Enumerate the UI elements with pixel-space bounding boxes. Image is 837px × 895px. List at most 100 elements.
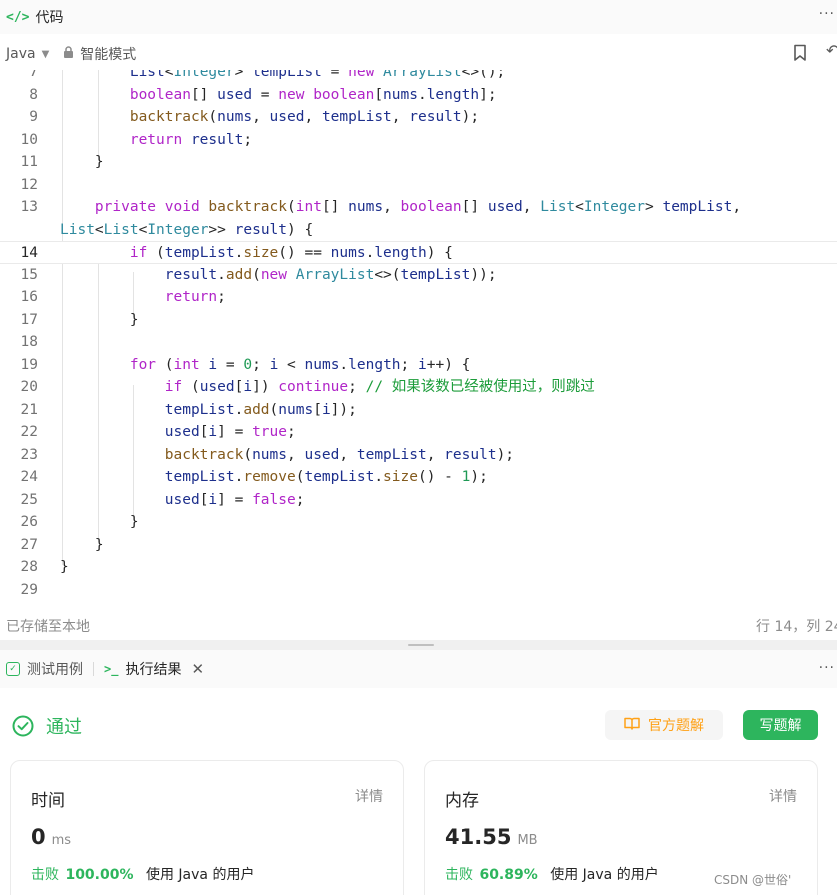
code-editor[interactable]: 7 List<Integer> tempList = new ArrayList… — [0, 70, 837, 610]
line-number: 28 — [20, 559, 38, 575]
memory-unit: MB — [517, 833, 538, 848]
more-icon[interactable]: ··· — [819, 6, 835, 22]
runtime-details-link[interactable]: 详情 — [355, 786, 383, 806]
language-selector[interactable]: Java ▼ — [6, 46, 49, 62]
line-number: 27 — [20, 536, 38, 553]
tab-testcase[interactable]: ✓ 测试用例 — [0, 650, 83, 688]
panel-splitter[interactable] — [0, 640, 837, 650]
panel-title: 代码 — [35, 10, 64, 26]
line-number: 23 — [20, 446, 38, 463]
write-solution-button[interactable]: 写题解 — [743, 710, 818, 740]
line-number: 29 — [20, 581, 38, 598]
code-text: tempList.remove(tempList.size() - 1); — [164, 469, 488, 485]
bookmark-icon[interactable] — [793, 44, 807, 62]
checkbox-icon: ✓ — [6, 662, 20, 676]
code-line[interactable]: 12 — [0, 174, 837, 197]
code-line[interactable]: List<List<Integer>> result) { — [0, 219, 837, 242]
code-icon: </> — [6, 9, 30, 25]
code-text: return; — [164, 289, 226, 305]
code-text: backtrack(nums, used, tempList, result); — [164, 446, 515, 463]
watermark: CSDN @世俗' — [714, 873, 792, 887]
tab-testcase-label: 测试用例 — [27, 662, 83, 678]
code-text: } — [60, 311, 139, 328]
code-text: } — [60, 514, 139, 530]
language-label: Java — [6, 46, 36, 62]
code-line[interactable]: 20 if (used[i]) continue; // 如果该数已经被使用过，… — [0, 376, 837, 399]
code-text: boolean[] used = new boolean[nums.length… — [129, 86, 497, 103]
beats-prefix: 击败 — [31, 867, 59, 883]
line-number: 7 — [29, 70, 38, 80]
code-line[interactable]: 25 used[i] = false; — [0, 489, 837, 512]
runtime-value: 0 — [31, 825, 46, 849]
code-line[interactable]: 18 — [0, 331, 837, 354]
smart-mode-toggle[interactable]: 智能模式 — [80, 44, 136, 64]
code-text: } — [60, 154, 104, 170]
line-number: 14 — [20, 245, 38, 261]
code-line[interactable]: 16 return; — [0, 286, 837, 309]
code-text: for (int i = 0; i < nums.length; i++) { — [129, 356, 471, 373]
line-number: 26 — [20, 514, 38, 530]
memory-metric: 41.55 MB — [445, 825, 538, 849]
saved-status: 已存储至本地 — [6, 619, 90, 635]
runtime-unit: ms — [51, 833, 72, 848]
close-icon[interactable]: ✕ — [191, 660, 204, 678]
reset-icon[interactable]: ↶ — [826, 41, 837, 60]
memory-value: 41.55 — [445, 825, 512, 849]
chevron-down-icon: ▼ — [41, 48, 50, 60]
code-line[interactable]: 27 } — [0, 534, 837, 557]
tab-result[interactable]: >_ 执行结果 ✕ — [104, 650, 204, 688]
code-text: private void backtrack(int[] nums, boole… — [94, 199, 742, 215]
beats-suffix: 使用 Java 的用户 — [145, 867, 255, 883]
beats-suffix: 使用 Java 的用户 — [550, 867, 659, 883]
runtime-metric: 0 ms — [31, 825, 71, 849]
code-line[interactable]: 29 — [0, 579, 837, 602]
line-number: 20 — [20, 379, 38, 395]
code-text: backtrack(nums, used, tempList, result); — [129, 109, 480, 125]
code-line[interactable]: 28} — [0, 556, 837, 579]
code-line[interactable]: 19 for (int i = 0; i < nums.length; i++)… — [0, 354, 837, 377]
terminal-icon: >_ — [104, 662, 119, 676]
line-number: 10 — [20, 131, 38, 148]
code-line[interactable]: 13 private void backtrack(int[] nums, bo… — [0, 196, 837, 219]
code-text: } — [60, 536, 104, 553]
code-line[interactable]: 21 tempList.add(nums[i]); — [0, 399, 837, 422]
memory-details-link[interactable]: 详情 — [769, 786, 797, 806]
runtime-card[interactable]: 时间 详情 0 ms 击败 100.00% 使用 Java 的用户 — [10, 760, 404, 895]
code-text: if (tempList.size() == nums.length) { — [129, 245, 453, 261]
line-number: 21 — [20, 401, 38, 418]
code-line[interactable]: 10 return result; — [0, 129, 837, 152]
code-line[interactable]: 7 List<Integer> tempList = new ArrayList… — [0, 70, 837, 84]
code-line[interactable]: 24 tempList.remove(tempList.size() - 1); — [0, 466, 837, 489]
beats-percent: 60.89% — [479, 867, 538, 883]
book-icon — [624, 717, 640, 734]
code-text: } — [60, 559, 69, 575]
line-number: 15 — [20, 266, 38, 283]
code-panel-header: </> 代码 ··· — [0, 0, 837, 34]
code-text: used[i] = false; — [164, 491, 305, 508]
memory-beats: 击败 60.89% 使用 Java 的用户 — [445, 864, 659, 884]
code-line[interactable]: 11 } — [0, 151, 837, 174]
official-solution-label: 官方题解 — [648, 718, 704, 734]
line-number: 17 — [20, 311, 38, 328]
runtime-beats: 击败 100.00% 使用 Java 的用户 — [31, 864, 254, 884]
code-line[interactable]: 26 } — [0, 511, 837, 534]
editor-toolbar: Java ▼ 智能模式 ↶ — [0, 38, 837, 70]
code-line[interactable]: 23 backtrack(nums, used, tempList, resul… — [0, 444, 837, 467]
line-number: 11 — [20, 154, 38, 170]
beats-percent: 100.00% — [65, 867, 134, 883]
code-line[interactable]: 17 } — [0, 309, 837, 332]
official-solution-button[interactable]: 官方题解 — [605, 710, 723, 740]
line-number: 24 — [20, 469, 38, 485]
result-status: 通过 — [12, 713, 82, 739]
code-line[interactable]: 8 boolean[] used = new boolean[nums.leng… — [0, 84, 837, 107]
line-number: 19 — [20, 356, 38, 373]
code-text: result.add(new ArrayList<>(tempList)); — [164, 266, 497, 283]
more-icon[interactable]: ··· — [819, 660, 835, 676]
code-line[interactable]: 22 used[i] = true; — [0, 421, 837, 444]
code-line[interactable]: 14 if (tempList.size() == nums.length) { — [0, 241, 837, 264]
memory-title: 内存 — [445, 791, 479, 811]
beats-prefix: 击败 — [445, 867, 473, 883]
code-line[interactable]: 15 result.add(new ArrayList<>(tempList))… — [0, 264, 837, 287]
drag-handle[interactable] — [408, 644, 434, 646]
code-line[interactable]: 9 backtrack(nums, used, tempList, result… — [0, 106, 837, 129]
